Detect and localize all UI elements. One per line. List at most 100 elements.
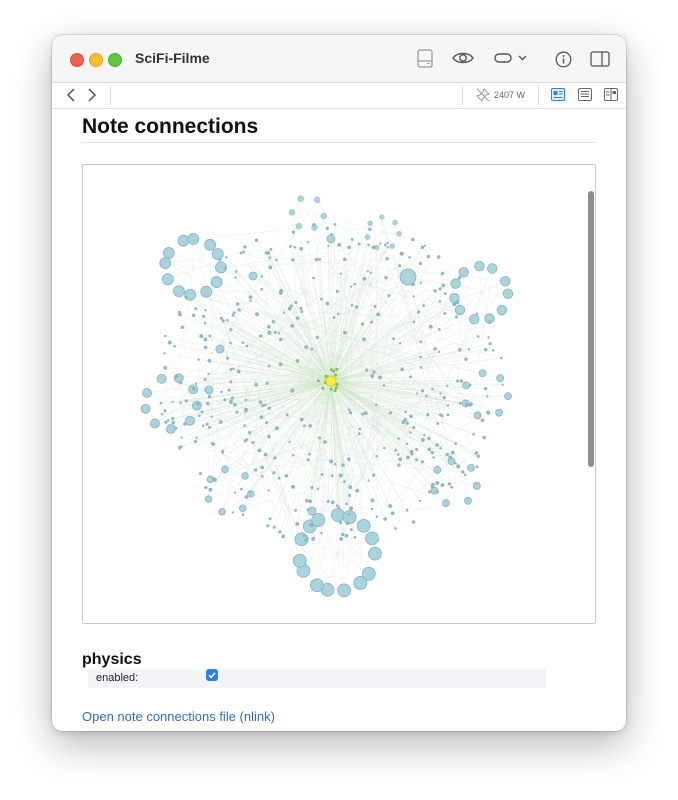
graph-node[interactable] bbox=[423, 244, 427, 247]
graph-node[interactable] bbox=[459, 379, 464, 383]
graph-node[interactable] bbox=[411, 237, 415, 242]
graph-node[interactable] bbox=[285, 413, 289, 417]
graph-node[interactable] bbox=[207, 358, 212, 363]
graph-node[interactable] bbox=[367, 220, 373, 227]
graph-node[interactable] bbox=[207, 372, 210, 376]
graph-node[interactable] bbox=[173, 285, 185, 298]
graph-node[interactable] bbox=[472, 481, 481, 490]
graph-node[interactable] bbox=[232, 402, 237, 407]
graph-node[interactable] bbox=[302, 534, 306, 538]
graph-node[interactable] bbox=[308, 424, 312, 428]
graph-node[interactable] bbox=[427, 436, 431, 441]
graph-node[interactable] bbox=[331, 474, 334, 477]
graph-node[interactable] bbox=[235, 302, 240, 306]
graph-node[interactable] bbox=[365, 531, 379, 546]
graph-node[interactable] bbox=[295, 359, 300, 363]
graph-node[interactable] bbox=[468, 383, 472, 387]
graph-node[interactable] bbox=[363, 411, 368, 416]
graph-node[interactable] bbox=[450, 450, 455, 455]
graph-node[interactable] bbox=[384, 275, 388, 280]
graph-node[interactable] bbox=[219, 420, 223, 424]
graph-node[interactable] bbox=[496, 374, 505, 383]
graph-node[interactable] bbox=[254, 382, 259, 387]
graph-node[interactable] bbox=[329, 459, 334, 464]
graph-node[interactable] bbox=[389, 243, 395, 249]
graph-node[interactable] bbox=[364, 234, 371, 240]
graph-node[interactable] bbox=[337, 506, 341, 509]
graph-node[interactable] bbox=[265, 381, 269, 385]
graph-node[interactable] bbox=[288, 209, 296, 216]
graph-node[interactable] bbox=[432, 456, 435, 459]
graph-node[interactable] bbox=[242, 250, 246, 254]
graph-node[interactable] bbox=[419, 366, 423, 369]
graph-node[interactable] bbox=[458, 347, 462, 352]
graph-node[interactable] bbox=[167, 419, 170, 422]
graph-node[interactable] bbox=[427, 447, 432, 452]
graph-node[interactable] bbox=[456, 464, 461, 469]
graph-node[interactable] bbox=[174, 374, 179, 379]
graph-node[interactable] bbox=[204, 385, 214, 395]
graph-node[interactable] bbox=[375, 515, 379, 518]
graph-node[interactable] bbox=[383, 517, 387, 521]
graph-node[interactable] bbox=[350, 303, 354, 307]
graph-node[interactable] bbox=[408, 256, 411, 259]
graph-node[interactable] bbox=[211, 248, 224, 260]
graph-node[interactable] bbox=[193, 439, 198, 444]
graph-node[interactable] bbox=[243, 424, 246, 427]
graph-node[interactable] bbox=[431, 482, 435, 487]
graph-node[interactable] bbox=[335, 382, 339, 386]
graph-node[interactable] bbox=[463, 473, 467, 477]
graph-node[interactable] bbox=[394, 527, 397, 530]
graph-node[interactable] bbox=[450, 278, 461, 289]
graph-node[interactable] bbox=[370, 320, 373, 324]
graph-node[interactable] bbox=[295, 223, 303, 230]
graph-node[interactable] bbox=[307, 506, 317, 516]
graph-node[interactable] bbox=[224, 256, 228, 259]
graph-node[interactable] bbox=[294, 300, 298, 305]
graph-node[interactable] bbox=[344, 533, 349, 538]
graph-node[interactable] bbox=[341, 532, 345, 537]
graph-node[interactable] bbox=[171, 416, 175, 421]
graph-node[interactable] bbox=[203, 345, 208, 350]
graph-node[interactable] bbox=[399, 268, 417, 286]
graph-node[interactable] bbox=[339, 272, 342, 275]
graph-node[interactable] bbox=[333, 389, 337, 393]
graph-node[interactable] bbox=[255, 312, 259, 317]
graph-node[interactable] bbox=[499, 356, 503, 360]
graph-node[interactable] bbox=[294, 508, 298, 512]
graph-node[interactable] bbox=[326, 500, 330, 503]
graph-node[interactable] bbox=[248, 271, 258, 281]
graph-node[interactable] bbox=[249, 299, 252, 302]
graph-node[interactable] bbox=[502, 288, 514, 299]
graph-node[interactable] bbox=[178, 310, 181, 314]
graph-node[interactable] bbox=[273, 456, 277, 460]
graph-node[interactable] bbox=[210, 276, 223, 288]
graph-node[interactable] bbox=[433, 347, 437, 351]
graph-node[interactable] bbox=[291, 484, 295, 489]
graph-node[interactable] bbox=[397, 463, 401, 467]
graph-node[interactable] bbox=[422, 304, 426, 308]
graph-node[interactable] bbox=[442, 395, 446, 400]
graph-node[interactable] bbox=[177, 234, 190, 247]
graph-node[interactable] bbox=[370, 507, 374, 511]
graph-node[interactable] bbox=[347, 245, 351, 250]
graph-node[interactable] bbox=[443, 312, 447, 315]
graph-node[interactable] bbox=[267, 489, 270, 492]
graph-node[interactable] bbox=[268, 517, 272, 521]
note-connections-graph[interactable] bbox=[82, 164, 596, 624]
graph-node[interactable] bbox=[427, 490, 432, 494]
graph-node[interactable] bbox=[259, 415, 264, 420]
graph-node[interactable] bbox=[379, 214, 385, 220]
graph-node[interactable] bbox=[398, 342, 402, 345]
graph-node[interactable] bbox=[338, 521, 343, 525]
graph-node[interactable] bbox=[208, 334, 212, 338]
graph-node[interactable] bbox=[323, 440, 327, 444]
graph-node[interactable] bbox=[360, 322, 365, 326]
graph-node[interactable] bbox=[345, 521, 350, 526]
graph-node[interactable] bbox=[420, 460, 424, 464]
graph-node[interactable] bbox=[239, 487, 243, 491]
graph-node[interactable] bbox=[411, 520, 416, 524]
graph-node[interactable] bbox=[419, 340, 423, 344]
graph-node[interactable] bbox=[290, 388, 295, 393]
graph-node[interactable] bbox=[439, 413, 443, 417]
